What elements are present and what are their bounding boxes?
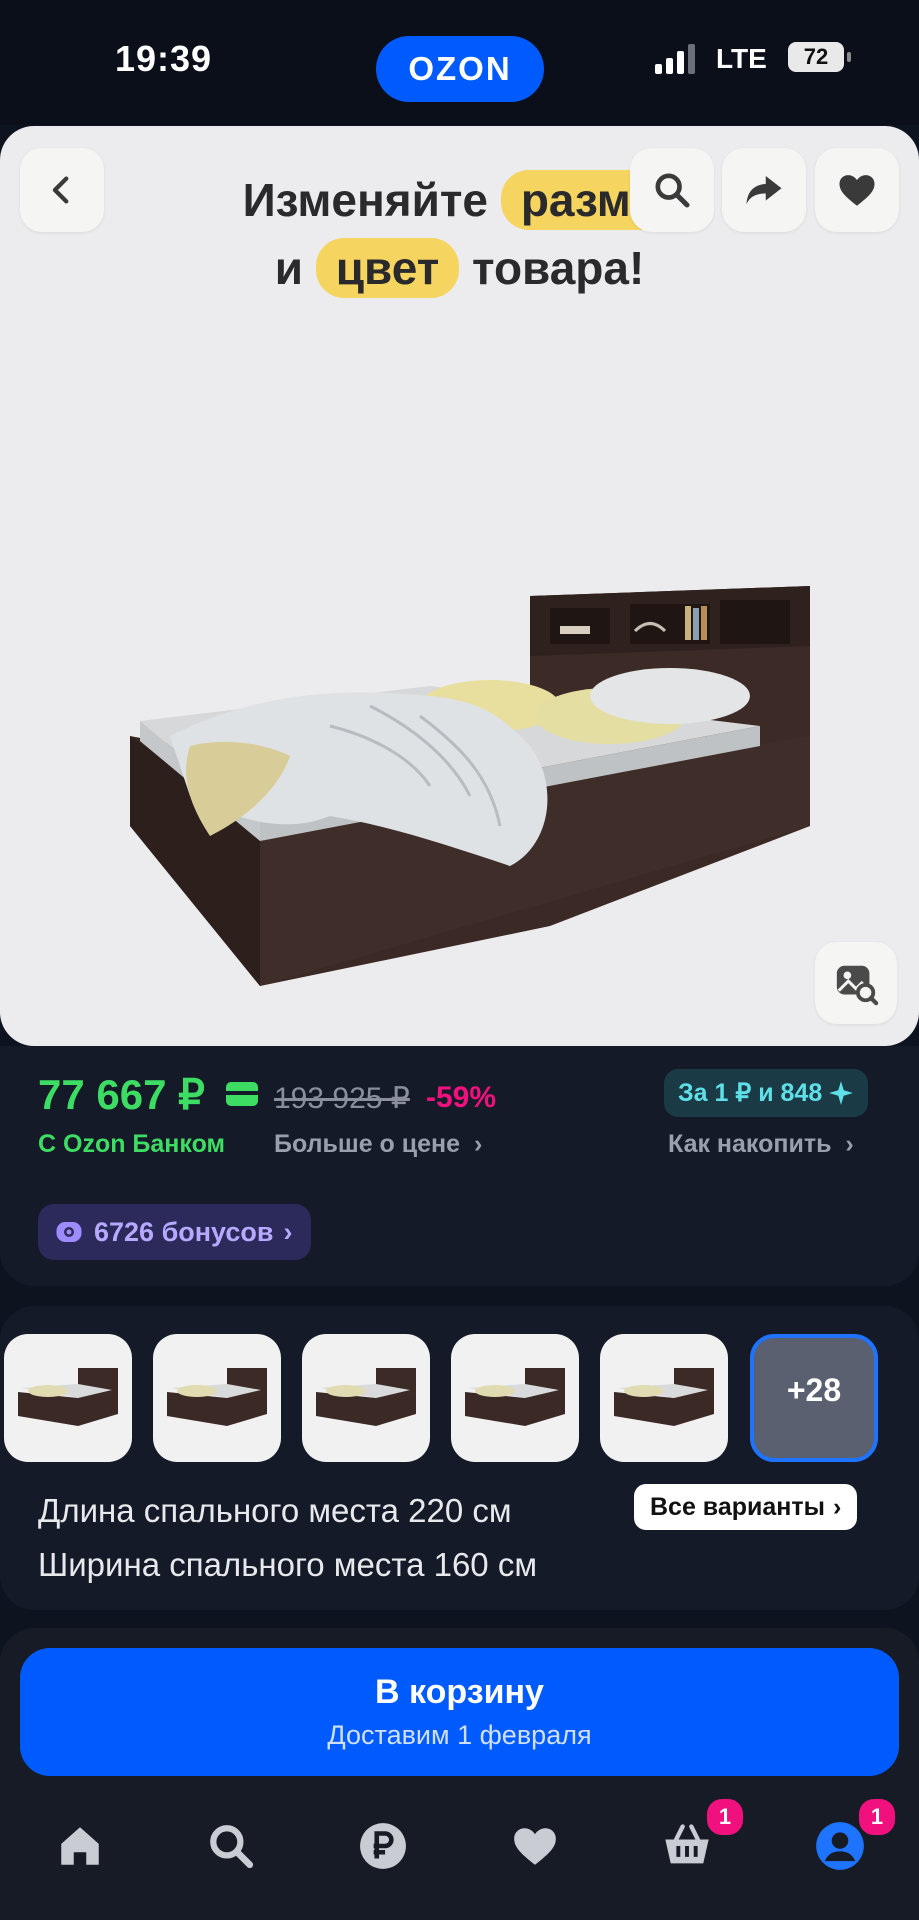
- installment-label: За 1 ₽ и 848: [678, 1079, 823, 1107]
- how-to-save-link[interactable]: Как накопить ›: [668, 1130, 854, 1159]
- how-to-save-label: Как накопить: [668, 1130, 832, 1158]
- variant-thumbnail[interactable]: [4, 1334, 132, 1462]
- installment-badge[interactable]: За 1 ₽ и 848: [664, 1069, 869, 1117]
- price-details-label: Больше о цене: [274, 1130, 461, 1158]
- favorite-button[interactable]: [815, 148, 899, 232]
- more-variants-thumbnail[interactable]: +28: [750, 1334, 878, 1462]
- promo-text: Изменяйте: [242, 174, 489, 226]
- cart-badge: 1: [704, 1796, 746, 1838]
- sparkle-icon: [829, 1081, 854, 1105]
- promo-highlight: цвет: [315, 238, 460, 298]
- discount-badge: -59%: [426, 1081, 497, 1114]
- variant-thumbnail[interactable]: [451, 1334, 579, 1462]
- chevron-right-icon: ›: [467, 1130, 483, 1158]
- price-details-link[interactable]: Больше о цене ›: [274, 1130, 482, 1159]
- chevron-right-icon: ›: [283, 1216, 293, 1247]
- share-button[interactable]: [722, 148, 806, 232]
- battery-indicator: 72: [788, 42, 851, 72]
- product-gallery[interactable]: Изменяйте разме и цвет товара!: [0, 126, 919, 1046]
- promo-text: товара!: [472, 242, 645, 294]
- status-time: 19:39: [115, 38, 213, 79]
- spec-length: Длина спального места 220 см: [38, 1492, 512, 1529]
- search-button[interactable]: [630, 148, 714, 232]
- variant-thumbnail[interactable]: [600, 1334, 728, 1462]
- spec-width: Ширина спального места 160 см: [38, 1546, 538, 1583]
- current-price: 77 667 ₽: [38, 1071, 205, 1118]
- nav-search[interactable]: [201, 1816, 261, 1876]
- bonus-icon: [56, 1222, 82, 1242]
- add-to-cart-button[interactable]: В корзину Доставим 1 февраля: [20, 1648, 899, 1776]
- add-to-cart-label: В корзину: [375, 1673, 544, 1711]
- network-label: LTE: [716, 43, 767, 74]
- back-icon: [52, 176, 69, 204]
- share-icon: [746, 176, 782, 204]
- variant-thumbnail[interactable]: [302, 1334, 430, 1462]
- ozon-logo: OZON: [376, 36, 544, 102]
- ruble-icon: [360, 1823, 406, 1869]
- back-button[interactable]: [20, 148, 104, 232]
- promo-text: и: [274, 242, 303, 294]
- visual-search-button[interactable]: [815, 942, 897, 1024]
- delivery-date: Доставим 1 февраля: [327, 1720, 592, 1750]
- search-icon: [210, 1825, 254, 1869]
- nav-home[interactable]: [50, 1816, 110, 1876]
- nav-favorites[interactable]: [505, 1816, 565, 1876]
- search-icon: [655, 173, 690, 208]
- all-variants-label: Все варианты: [650, 1492, 825, 1521]
- bonus-badge[interactable]: 6726 бонусов ›: [38, 1204, 311, 1260]
- variant-thumbnail[interactable]: [153, 1334, 281, 1462]
- favorite-icon: [839, 175, 875, 206]
- heart-icon: [514, 1828, 556, 1865]
- bank-card-icon: [226, 1082, 258, 1106]
- home-icon: [61, 1827, 99, 1865]
- signal-icon: [655, 44, 695, 74]
- chevron-right-icon: ›: [833, 1492, 842, 1521]
- ozon-bank-link[interactable]: С Ozon Банком: [38, 1130, 225, 1159]
- profile-badge: 1: [856, 1796, 898, 1838]
- chevron-right-icon: ›: [838, 1130, 854, 1158]
- all-variants-button[interactable]: Все варианты ›: [634, 1484, 858, 1530]
- product-image: [130, 586, 810, 986]
- status-bar: 19:39 OZON LTE 72: [0, 0, 919, 125]
- more-variants-count: +28: [786, 1372, 842, 1408]
- visual-search-icon: [836, 965, 879, 1006]
- nav-payments[interactable]: [353, 1816, 413, 1876]
- bonus-label: 6726 бонусов: [94, 1216, 274, 1247]
- old-price: 193 925 ₽: [274, 1082, 410, 1115]
